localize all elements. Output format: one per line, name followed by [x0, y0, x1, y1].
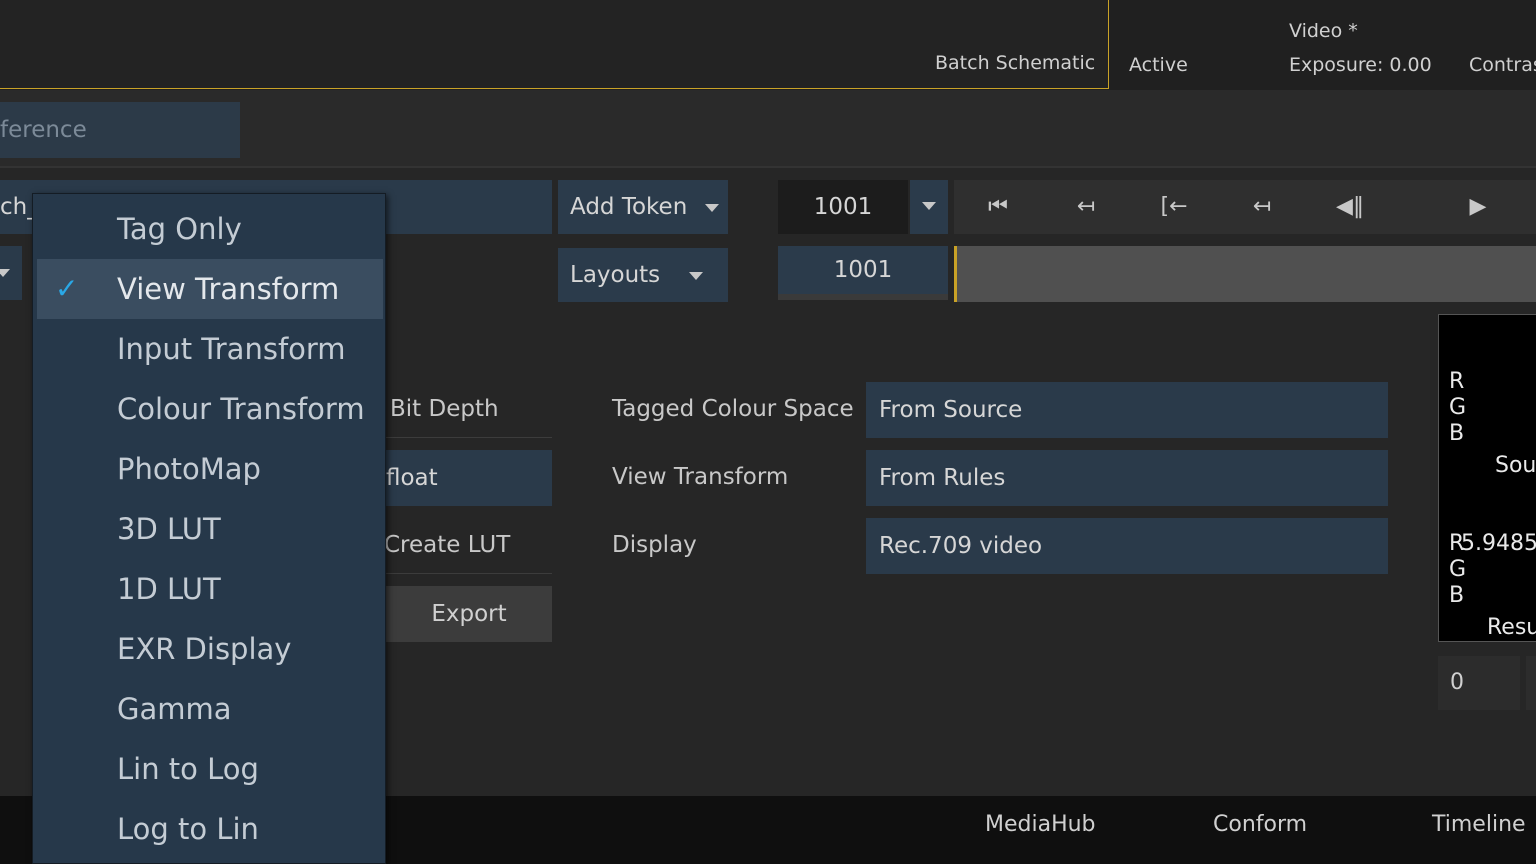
- r-value: 5.9485: [1461, 531, 1536, 556]
- menu-item-colour-transform[interactable]: Colour Transform: [37, 379, 383, 439]
- go-to-start-icon[interactable]: ⏮: [968, 180, 1028, 234]
- r-label: R: [1449, 369, 1465, 394]
- menu-item-input-transform[interactable]: Input Transform: [37, 319, 383, 379]
- chevron-down-icon: [922, 201, 936, 210]
- layouts-button[interactable]: Layouts: [558, 248, 728, 302]
- menu-item-view-transform[interactable]: ✓ View Transform: [37, 259, 383, 319]
- menu-item-label: 1D LUT: [117, 572, 221, 606]
- display-label: Display: [612, 532, 697, 558]
- layouts-label: Layouts: [570, 262, 661, 288]
- result-label: Resu: [1487, 615, 1536, 640]
- active-label[interactable]: Active: [1129, 54, 1188, 76]
- menu-item-label: Log to Lin: [117, 812, 259, 846]
- bit-depth-field[interactable]: float: [386, 450, 552, 506]
- batch-schematic-area: [0, 0, 1109, 89]
- b-label: B: [1449, 583, 1465, 608]
- g-label: G: [1449, 395, 1467, 420]
- colour-info-panel: R G B Sour R 5.9485 G B Resu: [1438, 314, 1536, 642]
- menu-item-label: Colour Transform: [117, 392, 365, 426]
- divider: [386, 437, 552, 438]
- timeline-scrubber[interactable]: [954, 246, 1536, 302]
- batch-schematic-label[interactable]: Batch Schematic: [935, 52, 1095, 74]
- chevron-down-icon: [689, 271, 704, 280]
- tab-conform[interactable]: Conform: [1213, 812, 1307, 837]
- value-field[interactable]: [1526, 656, 1536, 710]
- value-field[interactable]: 0: [1438, 656, 1520, 710]
- add-token-label: Add Token: [570, 194, 688, 220]
- display-field[interactable]: Rec.709 video: [866, 518, 1388, 574]
- menu-item-tag-only[interactable]: Tag Only: [37, 199, 383, 259]
- tab-timeline[interactable]: Timeline: [1432, 812, 1526, 837]
- go-to-in-point-icon[interactable]: [←: [1144, 180, 1204, 234]
- chevron-down-icon: [704, 203, 719, 212]
- b-label: B: [1449, 421, 1465, 446]
- checkmark-icon: ✓: [55, 272, 79, 305]
- menu-item-log-to-lin[interactable]: Log to Lin: [37, 799, 383, 859]
- contrast-label[interactable]: Contras: [1469, 54, 1536, 76]
- chevron-down-icon: [0, 269, 10, 277]
- tagged-colour-space-field[interactable]: From Source: [866, 382, 1388, 438]
- menu-item-label: Lin to Log: [117, 752, 259, 786]
- menu-item-1d-lut[interactable]: 1D LUT: [37, 559, 383, 619]
- bit-depth-label: Bit Depth: [390, 396, 499, 422]
- current-frame-field[interactable]: 1001: [778, 246, 948, 300]
- tab-mediahub[interactable]: MediaHub: [985, 812, 1096, 837]
- previous-mark-icon[interactable]: ↤: [1232, 180, 1292, 234]
- frame-dropdown[interactable]: [910, 180, 948, 234]
- menu-item-label: Tag Only: [117, 212, 242, 246]
- view-transform-label: View Transform: [612, 464, 789, 490]
- g-label: G: [1449, 557, 1467, 582]
- exposure-label[interactable]: Exposure: 0.00: [1289, 54, 1432, 76]
- source-label: Sour: [1495, 453, 1536, 478]
- menu-item-photomap[interactable]: PhotoMap: [37, 439, 383, 499]
- menu-item-label: 3D LUT: [117, 512, 221, 546]
- create-lut-label: Create LUT: [384, 532, 511, 558]
- menu-item-exr-display[interactable]: EXR Display: [37, 619, 383, 679]
- tagged-colour-space-label: Tagged Colour Space: [612, 396, 854, 422]
- play-icon[interactable]: ▶: [1448, 180, 1508, 234]
- reference-field[interactable]: ference: [0, 102, 240, 158]
- view-transform-field[interactable]: From Rules: [866, 450, 1388, 506]
- video-label: Video *: [1289, 20, 1358, 42]
- menu-item-3d-lut[interactable]: 3D LUT: [37, 499, 383, 559]
- menu-item-lin-to-log[interactable]: Lin to Log: [37, 739, 383, 799]
- menu-item-label: EXR Display: [117, 632, 292, 666]
- menu-item-label: View Transform: [117, 272, 340, 306]
- menu-item-label: Gamma: [117, 692, 232, 726]
- transport-bar: ⏮ ↤ [← ↤ ◀‖ ▶: [954, 180, 1536, 234]
- step-back-icon[interactable]: ◀‖: [1320, 180, 1380, 234]
- add-token-button[interactable]: Add Token: [558, 180, 728, 234]
- frame-field[interactable]: 1001: [778, 180, 908, 234]
- transform-type-menu: Tag Only ✓ View Transform Input Transform…: [32, 193, 386, 864]
- previous-keyframe-icon[interactable]: ↤: [1056, 180, 1116, 234]
- menu-item-label: Input Transform: [117, 332, 346, 366]
- left-dropdown[interactable]: [0, 246, 22, 300]
- divider: [386, 573, 552, 574]
- menu-item-label: PhotoMap: [117, 452, 261, 486]
- menu-item-gamma[interactable]: Gamma: [37, 679, 383, 739]
- export-button[interactable]: Export: [386, 586, 552, 642]
